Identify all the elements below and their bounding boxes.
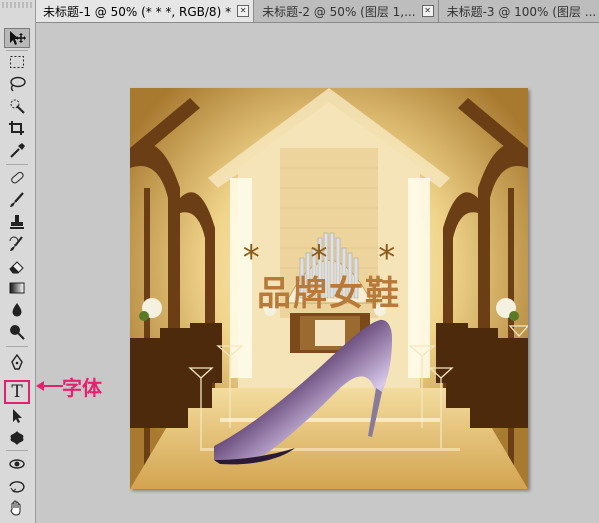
- move-tool-icon[interactable]: [4, 28, 30, 48]
- tab-label: 未标题-3 @ 100% (图层 ...: [446, 4, 597, 19]
- type-tool-icon[interactable]: T: [4, 380, 30, 404]
- 3d-rotate-icon[interactable]: [4, 454, 30, 474]
- history-brush-icon[interactable]: [4, 234, 30, 254]
- close-icon[interactable]: ✕: [237, 5, 250, 17]
- document-tab-2[interactable]: 未标题-2 @ 50% (图层 1,... ✕: [254, 0, 439, 22]
- tools-panel: T: [0, 0, 36, 523]
- document-tab-1[interactable]: 未标题-1 @ 50% (* * *, RGB/8) * ✕: [35, 0, 255, 22]
- document-canvas[interactable]: * * * 品牌女鞋: [130, 88, 528, 489]
- tab-label: 未标题-2 @ 50% (图层 1,...: [262, 4, 416, 19]
- canvas-brand-text: 品牌女鞋: [257, 274, 401, 314]
- close-icon[interactable]: ✕: [421, 5, 434, 17]
- marquee-icon[interactable]: [4, 52, 30, 72]
- eraser-icon[interactable]: [4, 256, 30, 276]
- clone-stamp-icon[interactable]: [4, 212, 30, 232]
- hand-icon[interactable]: [4, 498, 30, 518]
- pen-icon[interactable]: [4, 352, 30, 372]
- quick-selection-icon[interactable]: [4, 96, 30, 116]
- panel-grip[interactable]: [2, 2, 32, 8]
- path-selection-icon[interactable]: [4, 406, 30, 426]
- dodge-icon[interactable]: [4, 322, 30, 342]
- blur-icon[interactable]: [4, 300, 30, 320]
- custom-shape-icon[interactable]: [4, 428, 30, 448]
- gradient-icon[interactable]: [4, 278, 30, 298]
- type-tool-glyph: T: [11, 382, 23, 402]
- lasso-icon[interactable]: [4, 74, 30, 94]
- spot-healing-icon[interactable]: [4, 168, 30, 188]
- tab-label: 未标题-1 @ 50% (* * *, RGB/8) *: [43, 4, 232, 19]
- crop-icon[interactable]: [4, 118, 30, 138]
- eyedropper-icon[interactable]: [4, 140, 30, 160]
- annotation-label: 字体: [62, 376, 102, 400]
- brush-icon[interactable]: [4, 190, 30, 210]
- 3d-orbit-icon[interactable]: [4, 476, 30, 496]
- annotation-arrow-icon: [36, 381, 63, 391]
- document-tab-3[interactable]: 未标题-3 @ 100% (图层 ... ✕: [439, 0, 599, 22]
- document-tab-bar: 未标题-1 @ 50% (* * *, RGB/8) * ✕ 未标题-2 @ 5…: [35, 0, 599, 23]
